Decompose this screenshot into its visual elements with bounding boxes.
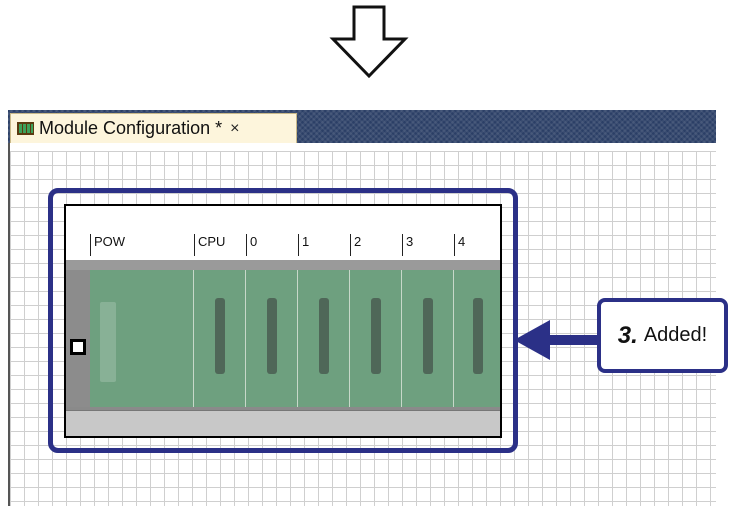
module-slot-1[interactable] [298,270,350,407]
module-connector [370,298,381,374]
slot-label-2: 2 [350,234,402,256]
slot-label-pow: POW [90,234,194,256]
module-pow[interactable] [90,270,194,407]
module-configuration-icon [17,122,34,135]
module-slot-0[interactable] [246,270,298,407]
selection-handle[interactable] [70,339,86,355]
module-connector [318,298,329,374]
base-unit [66,260,500,410]
module-slot-3[interactable] [402,270,454,407]
module-connector [214,298,225,374]
slot-label-1: 1 [298,234,350,256]
slot-label-row: POW CPU 0 1 2 3 4 [66,206,500,260]
module-connector [422,298,433,374]
module-slot-4[interactable] [454,270,500,407]
close-icon[interactable]: × [230,120,239,138]
pointer-arrow-shaft [550,335,600,345]
module-connector [266,298,277,374]
tab-module-configuration[interactable]: Module Configuration * × [10,113,297,143]
module-sheen [100,302,116,382]
module-slot-2[interactable] [350,270,402,407]
down-arrow-icon [329,5,409,79]
step-number: 3. [617,321,638,349]
slot-label-0: 0 [246,234,298,256]
step-callout-badge: 3. Added! [597,298,728,373]
base-unit-rack[interactable]: POW CPU 0 1 2 3 4 [64,204,502,438]
tab-strip: Module Configuration * × [8,110,716,143]
module-cpu[interactable] [194,270,246,407]
left-arrow-icon [514,320,550,360]
base-top-rail [66,260,500,270]
slot-label-cpu: CPU [194,234,246,256]
slot-label-4: 4 [454,234,500,256]
step-text: Added! [643,324,708,346]
base-bottom-panel [66,410,500,436]
module-connector [472,298,483,374]
tab-title: Module Configuration * [39,118,223,138]
slot-label-3: 3 [402,234,454,256]
